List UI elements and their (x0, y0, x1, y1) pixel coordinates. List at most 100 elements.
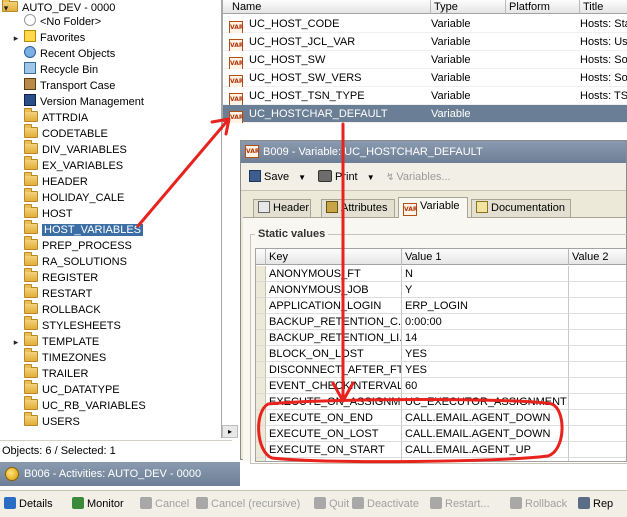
row-gutter[interactable] (256, 266, 266, 282)
object-row[interactable]: VAR UC_HOST_SW_VERS Variable Hosts: Sof (223, 69, 627, 87)
value2-cell[interactable] (569, 314, 626, 330)
static-value-row[interactable]: BLOCK_ON_LOST YES (256, 346, 626, 362)
key-cell[interactable]: EXECUTE_ON_START (266, 442, 402, 458)
key-cell[interactable]: ANONYMOUS_FT (266, 266, 402, 282)
value2-cell[interactable] (569, 410, 626, 426)
value2-cell[interactable] (569, 458, 626, 461)
value1-cell[interactable]: CALL.EMAIL.AGENT_UP (402, 442, 569, 458)
rep-button[interactable]: Rep (578, 496, 613, 512)
key-cell[interactable]: FT_ASYNC_QUIT_MAX (266, 458, 402, 461)
monitor-button[interactable]: Monitor (72, 496, 124, 512)
value2-cell[interactable] (569, 394, 626, 410)
object-row[interactable]: VAR UC_HOST_CODE Variable Hosts: Sta (223, 15, 627, 33)
tree-item-host-variables[interactable]: HOST_VARIABLES (24, 220, 143, 238)
chevron-down-icon[interactable]: ▼ (367, 173, 375, 182)
static-value-row[interactable]: APPLICATION_LOGIN ERP_LOGIN (256, 298, 626, 314)
row-gutter[interactable] (256, 298, 266, 314)
value2-cell[interactable] (569, 330, 626, 346)
static-value-row[interactable]: BACKUP_RETENTION_LI... 14 (256, 330, 626, 346)
cancel-recursive-button[interactable]: Cancel (recursive) (196, 496, 300, 512)
key-cell[interactable]: EXECUTE_ON_END (266, 410, 402, 426)
value1-cell[interactable]: 60 (402, 378, 569, 394)
cancel-button[interactable]: Cancel (140, 496, 189, 512)
tree-item-no-folder[interactable]: <No Folder> (24, 14, 101, 30)
object-row[interactable]: VAR UC_HOST_JCL_VAR Variable Hosts: Use (223, 33, 627, 51)
value1-cell[interactable]: YES (402, 362, 569, 378)
static-value-row[interactable]: BACKUP_RETENTION_C... 0:00:00 (256, 314, 626, 330)
static-value-row[interactable]: EXECUTE_ON_START CALL.EMAIL.AGENT_UP (256, 442, 626, 458)
row-gutter[interactable] (256, 378, 266, 394)
value1-cell[interactable]: 60 (402, 458, 569, 461)
key-cell[interactable]: ANONYMOUS_JOB (266, 282, 402, 298)
static-value-row[interactable]: EXECUTE_ON_END CALL.EMAIL.AGENT_DOWN (256, 410, 626, 426)
quit-button[interactable]: Quit (314, 496, 349, 512)
key-cell[interactable]: BACKUP_RETENTION_LI... (266, 330, 402, 346)
static-value-row[interactable]: EVENT_CHECKINTERVAL 60 (256, 378, 626, 394)
row-gutter[interactable] (256, 282, 266, 298)
value2-cell[interactable] (569, 426, 626, 442)
value2-cell[interactable] (569, 282, 626, 298)
static-value-row[interactable]: EXECUTE_ON_ASSIGNM... UC_EXECUTOR_ASSIGNM… (256, 394, 626, 410)
tree-item-header[interactable]: HEADER (24, 172, 88, 190)
tree-item-recent-objects[interactable]: Recent Objects (24, 46, 115, 62)
tree-expander-icon[interactable]: ▾ (2, 0, 10, 16)
save-button[interactable]: Save ▼ (249, 169, 306, 185)
tab-variable[interactable]: VAR Variable (398, 197, 468, 218)
tree-item-template[interactable]: TEMPLATE (24, 332, 99, 350)
tree-item-ex-variables[interactable]: EX_VARIABLES (24, 156, 123, 174)
tree-expander-icon[interactable]: ▸ (12, 334, 20, 350)
tree-expander-icon[interactable]: ▸ (12, 30, 20, 46)
value1-cell[interactable]: UC_EXECUTOR_ASSIGNMENT (402, 394, 569, 410)
tree-item-stylesheets[interactable]: STYLESHEETS (24, 316, 121, 334)
key-cell[interactable]: APPLICATION_LOGIN (266, 298, 402, 314)
tree-item-attrdia[interactable]: ATTRDIA (24, 108, 88, 126)
static-value-row[interactable]: FT_ASYNC_QUIT_MAX60 (256, 458, 626, 461)
key-cell[interactable]: EXECUTE_ON_LOST (266, 426, 402, 442)
tab-attributes[interactable]: Attributes (321, 199, 395, 217)
static-value-row[interactable]: DISCONNECT_AFTER_FT YES (256, 362, 626, 378)
object-row[interactable]: VAR UC_HOSTCHAR_DEFAULT Variable (223, 105, 627, 123)
value1-cell[interactable]: 0:00:00 (402, 314, 569, 330)
tree-item-transport-case[interactable]: Transport Case (24, 78, 115, 94)
key-cell[interactable]: EXECUTE_ON_ASSIGNM... (266, 394, 402, 410)
tree-item-restart[interactable]: RESTART (24, 284, 92, 302)
key-cell[interactable]: DISCONNECT_AFTER_FT (266, 362, 402, 378)
value1-cell[interactable]: Y (402, 282, 569, 298)
key-cell[interactable]: EVENT_CHECKINTERVAL (266, 378, 402, 394)
tree-item-prep-process[interactable]: PREP_PROCESS (24, 236, 132, 254)
row-gutter[interactable] (256, 346, 266, 362)
tree-item-timezones[interactable]: TIMEZONES (24, 348, 106, 366)
tree-item-favorites[interactable]: Favorites (24, 30, 85, 46)
tree-item-uc-datatype[interactable]: UC_DATATYPE (24, 380, 120, 398)
row-gutter[interactable] (256, 410, 266, 426)
deactivate-button[interactable]: Deactivate (352, 496, 419, 512)
value2-cell[interactable] (569, 346, 626, 362)
print-button[interactable]: Print ▼ (318, 169, 375, 185)
column-header-value2[interactable]: Value 2 (569, 249, 626, 265)
static-value-row[interactable]: ANONYMOUS_JOB Y (256, 282, 626, 298)
value1-cell[interactable]: YES (402, 346, 569, 362)
tree-scroll-right-button[interactable]: ▸ (222, 425, 238, 438)
object-row[interactable]: VAR UC_HOST_SW Variable Hosts: Sof (223, 51, 627, 69)
column-header-key[interactable]: Key (266, 249, 402, 265)
details-button[interactable]: Details (4, 496, 53, 512)
tree-item-ra-solutions[interactable]: RA_SOLUTIONS (24, 252, 127, 270)
row-gutter[interactable] (256, 426, 266, 442)
variables-button[interactable]: ↯ Variables... (386, 169, 451, 185)
restart-button[interactable]: Restart... (430, 496, 490, 512)
tree-item-register[interactable]: REGISTER (24, 268, 98, 286)
column-header-type[interactable]: Type (431, 0, 506, 14)
row-gutter[interactable] (256, 314, 266, 330)
tree-item-users[interactable]: USERS (24, 412, 80, 430)
tree-item-trailer[interactable]: TRAILER (24, 364, 88, 382)
static-value-row[interactable]: ANONYMOUS_FT N (256, 266, 626, 282)
tree-item-version-management[interactable]: Version Management (24, 94, 144, 110)
value1-cell[interactable]: CALL.EMAIL.AGENT_DOWN (402, 410, 569, 426)
value2-cell[interactable] (569, 298, 626, 314)
row-gutter[interactable] (256, 330, 266, 346)
row-gutter[interactable] (256, 442, 266, 458)
object-row[interactable]: VAR UC_HOST_TSN_TYPE Variable Hosts: TSM (223, 87, 627, 105)
dialog-title-bar[interactable]: VAR B009 - Variable: UC_HOSTCHAR_DEFAULT (241, 141, 626, 163)
tab-header[interactable]: Header (253, 199, 311, 217)
value2-cell[interactable] (569, 442, 626, 458)
